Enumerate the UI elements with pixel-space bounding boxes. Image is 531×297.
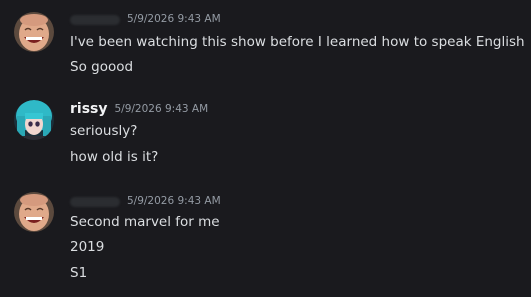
username[interactable]: rissy	[70, 101, 108, 117]
message-text: 2019	[70, 239, 105, 255]
timestamp: 5/9/2026 9:43 AM	[127, 13, 221, 25]
user-avatar[interactable]	[14, 100, 54, 140]
message-text: I've been watching this show before I le…	[70, 34, 525, 50]
message-text: S1	[70, 265, 88, 281]
redacted-username[interactable]	[70, 196, 120, 207]
user-avatar[interactable]	[14, 192, 54, 232]
user-avatar[interactable]	[14, 12, 54, 52]
laughing-man-avatar-icon	[14, 192, 54, 232]
laughing-man-avatar-icon	[14, 12, 54, 52]
teal-hair-doll-avatar-icon	[14, 100, 54, 140]
message-text: So goood	[70, 59, 134, 75]
timestamp: 5/9/2026 9:43 AM	[114, 103, 209, 115]
message-text: how old is it?	[70, 149, 159, 165]
message-text: seriously?	[70, 123, 138, 139]
message-text: Second marvel for me	[70, 214, 220, 230]
timestamp: 5/9/2026 9:43 AM	[127, 195, 221, 207]
redacted-username[interactable]	[70, 14, 120, 25]
